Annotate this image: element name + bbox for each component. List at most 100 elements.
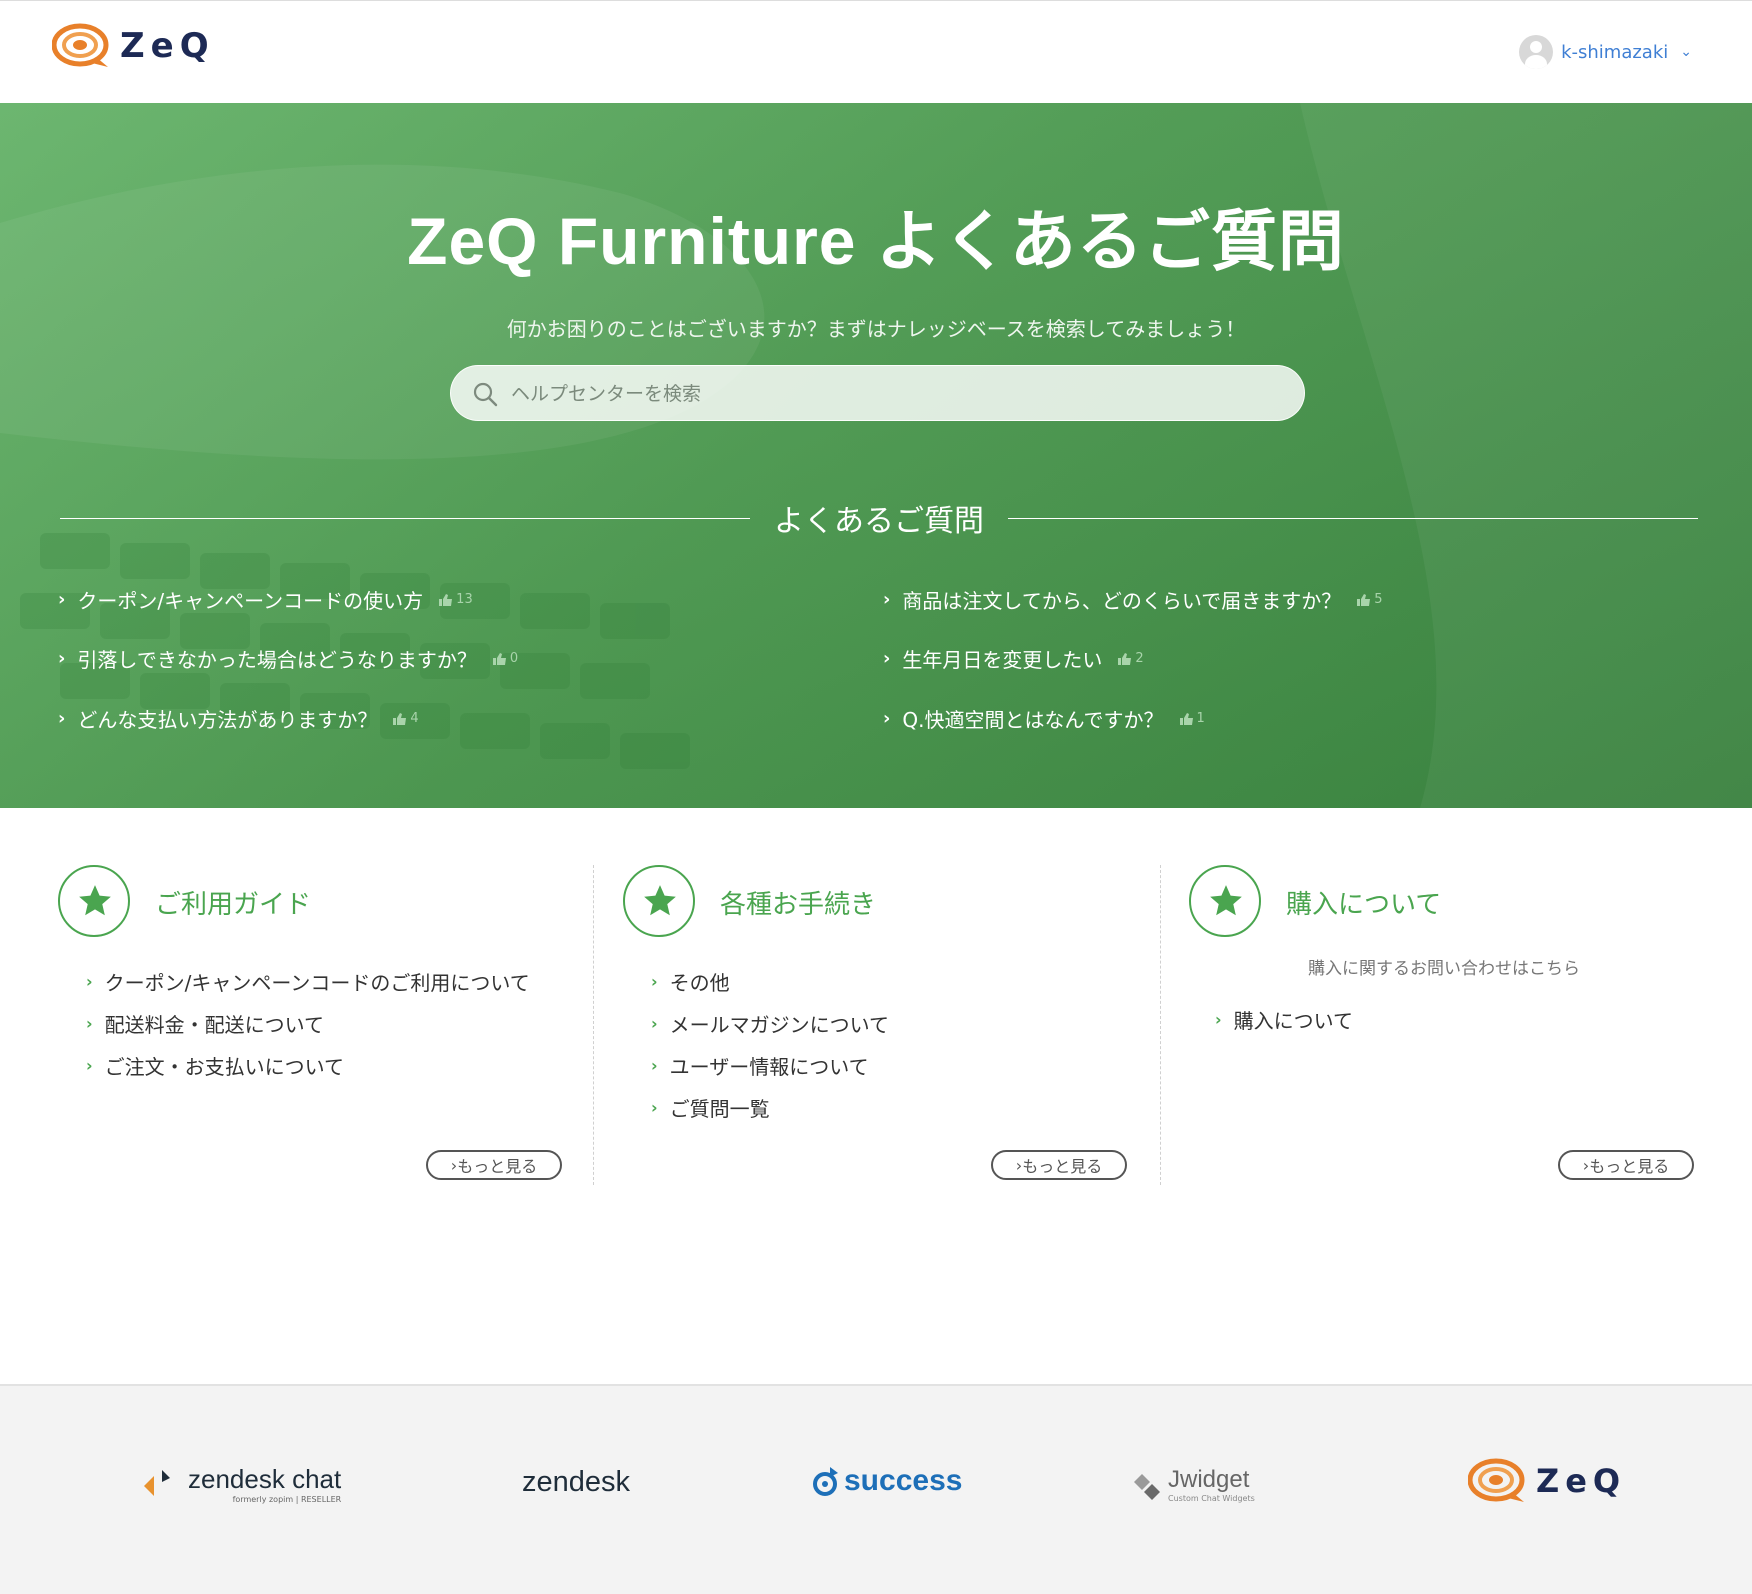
- vote-number: 13: [456, 592, 473, 607]
- chevron-right-icon: ›: [651, 1055, 658, 1075]
- thumbs-up-icon: [1118, 652, 1132, 665]
- chevron-right-icon: ›: [58, 708, 66, 729]
- thumbs-up-icon: [1357, 593, 1371, 606]
- chevron-right-icon: ›: [651, 1013, 658, 1033]
- faq-title: よくあるご質問: [774, 504, 984, 539]
- zendesk-logo[interactable]: zendesk: [522, 1466, 630, 1499]
- faq-item[interactable]: › 引落しできなかった場合はどうなりますか？ 0: [58, 644, 518, 673]
- vote-number: 5: [1374, 592, 1383, 607]
- chevron-right-icon: ›: [58, 648, 66, 669]
- faq-item-label: 生年月日を変更したい: [902, 648, 1103, 672]
- vote-count: 2: [1118, 651, 1144, 666]
- chevron-right-icon: ›: [883, 589, 891, 610]
- vote-number: 0: [509, 651, 519, 666]
- jwidget-text: Jwidget: [1168, 1466, 1250, 1493]
- category-link[interactable]: › 配送料金・配送について: [86, 1002, 530, 1044]
- category-link-label: ご注文・お支払いについて: [104, 1054, 344, 1079]
- vote-count: 4: [393, 711, 419, 726]
- success-text: success: [844, 1464, 963, 1497]
- search-icon: [473, 382, 498, 407]
- avatar: [1519, 35, 1554, 69]
- search-box[interactable]: [450, 365, 1305, 421]
- user-menu[interactable]: k-shimazaki ⌄: [1519, 35, 1692, 69]
- zeq-logo-icon: [52, 23, 109, 67]
- vote-count: 1: [1179, 711, 1205, 726]
- faq-item[interactable]: › クーポン/キャンペーンコードの使い方 13: [58, 585, 473, 614]
- category-link[interactable]: › ご質問一覧: [651, 1086, 889, 1128]
- faq-item[interactable]: › 商品は注文してから、どのくらいで届きますか？ 5: [883, 585, 1383, 614]
- vote-count: 13: [439, 592, 473, 607]
- zendesk-chat-subtext: formerly zopim | RESELLER: [232, 1495, 342, 1504]
- faq-item[interactable]: › どんな支払い方法がありますか？ 4: [58, 704, 419, 733]
- category-link[interactable]: › ご注文・お支払いについて: [86, 1044, 530, 1086]
- category-link-label: 配送料金・配送について: [104, 1012, 324, 1037]
- zeq-logo[interactable]: ZeQ: [52, 23, 215, 69]
- category-card-procedures: 各種お手続き › その他 › メールマガジンについて › ユーザー情報について › ご質…: [565, 808, 1131, 1188]
- vote-number: 1: [1196, 711, 1205, 726]
- category-link-label: ご質問一覧: [669, 1096, 770, 1121]
- see-more-button[interactable]: › もっと見る: [1558, 1150, 1694, 1180]
- zendesk-chat-logo[interactable]: zendesk chat formerly zopim | RESELLER: [142, 1464, 341, 1504]
- chevron-down-icon: ⌄: [1680, 44, 1692, 60]
- category-links: › その他 › メールマガジンについて › ユーザー情報について › ご質問一覧: [651, 960, 889, 1128]
- logo-text: ZeQ: [120, 26, 215, 66]
- vote-count: 5: [1357, 592, 1383, 607]
- category-link[interactable]: › ユーザー情報について: [651, 1044, 889, 1086]
- category-links: › 購入について: [1215, 998, 1353, 1040]
- zeq-logo-icon: [1468, 1458, 1525, 1502]
- category-link[interactable]: › クーポン/キャンペーンコードのご利用について: [86, 960, 530, 1002]
- category-link[interactable]: › メールマガジンについて: [651, 1002, 889, 1044]
- category-title[interactable]: ご利用ガイド: [155, 884, 311, 921]
- category-card-purchase: 購入について 購入に関するお問い合わせはこちら › 購入について › もっと見る: [1131, 808, 1697, 1188]
- star-icon: [1189, 865, 1261, 937]
- hero-subtitle: 何かお困りのことはございますか？まずはナレッジベースを検索してみましょう！: [506, 317, 1246, 341]
- zendesk-chat-icon: [144, 1470, 170, 1496]
- zeq-footer-logo[interactable]: ZeQ: [1468, 1458, 1626, 1504]
- faq-item[interactable]: › Q.快適空間とはなんですか？ 1: [883, 704, 1205, 733]
- category-title[interactable]: 各種お手続き: [720, 884, 876, 921]
- thumbs-up-icon: [492, 652, 506, 665]
- vote-count: 0: [492, 651, 519, 666]
- see-more-label: もっと見る: [1022, 1157, 1103, 1176]
- category-link[interactable]: › 購入について: [1215, 998, 1353, 1040]
- category-link-label: その他: [669, 970, 730, 995]
- footer: zendesk chat formerly zopim | RESELLER z…: [0, 1384, 1752, 1594]
- see-more-button[interactable]: › もっと見る: [991, 1150, 1127, 1180]
- category-link-label: ユーザー情報について: [669, 1054, 869, 1079]
- category-link[interactable]: › その他: [651, 960, 889, 1002]
- chevron-right-icon: ›: [86, 1013, 93, 1033]
- category-card-guide: ご利用ガイド › クーポン/キャンペーンコードのご利用について › 配送料金・配送に…: [0, 808, 566, 1188]
- zendesk-text: zendesk: [522, 1466, 631, 1498]
- chevron-right-icon: ›: [86, 1055, 93, 1075]
- success-logo[interactable]: success: [812, 1464, 962, 1498]
- category-link-label: 購入について: [1233, 1008, 1353, 1033]
- faq-item-label: Q.快適空間とはなんですか？: [902, 708, 1164, 732]
- site-header: ZeQ k-shimazaki ⌄: [0, 0, 1752, 104]
- chevron-right-icon: ›: [883, 648, 891, 669]
- hero-banner: ZeQ Furniture よくあるご質問 何かお困りのことはございますか？まず…: [0, 103, 1752, 808]
- faq-item-label: 商品は注文してから、どのくらいで届きますか？: [902, 589, 1342, 613]
- chevron-right-icon: ›: [651, 1097, 658, 1117]
- vote-number: 2: [1135, 651, 1144, 666]
- category-title[interactable]: 購入について: [1286, 884, 1441, 921]
- chevron-right-icon: ›: [651, 971, 658, 991]
- category-section: ご利用ガイド › クーポン/キャンペーンコードのご利用について › 配送料金・配送に…: [0, 808, 1752, 1198]
- jwidget-logo[interactable]: Jwidget Custom Chat Widgets: [1130, 1466, 1255, 1503]
- see-more-button[interactable]: › もっと見る: [426, 1150, 562, 1180]
- divider: [60, 517, 750, 519]
- chevron-right-icon: ›: [883, 708, 891, 729]
- vote-number: 4: [410, 711, 419, 726]
- jwidget-icon: [1134, 1473, 1160, 1500]
- chevron-right-icon: ›: [58, 589, 66, 610]
- zeq-text: ZeQ: [1536, 1462, 1627, 1500]
- search-input[interactable]: [509, 374, 1273, 414]
- page-title: ZeQ Furniture よくあるご質問: [407, 204, 1345, 278]
- divider: [1008, 517, 1698, 519]
- see-more-label: もっと見る: [1589, 1157, 1670, 1176]
- faq-item[interactable]: › 生年月日を変更したい 2: [883, 644, 1144, 673]
- chevron-right-icon: ›: [1215, 1009, 1222, 1029]
- faq-item-label: クーポン/キャンペーンコードの使い方: [77, 589, 424, 613]
- thumbs-up-icon: [1179, 712, 1193, 725]
- star-icon: [58, 865, 130, 937]
- category-description: 購入に関するお問い合わせはこちら: [1308, 959, 1580, 979]
